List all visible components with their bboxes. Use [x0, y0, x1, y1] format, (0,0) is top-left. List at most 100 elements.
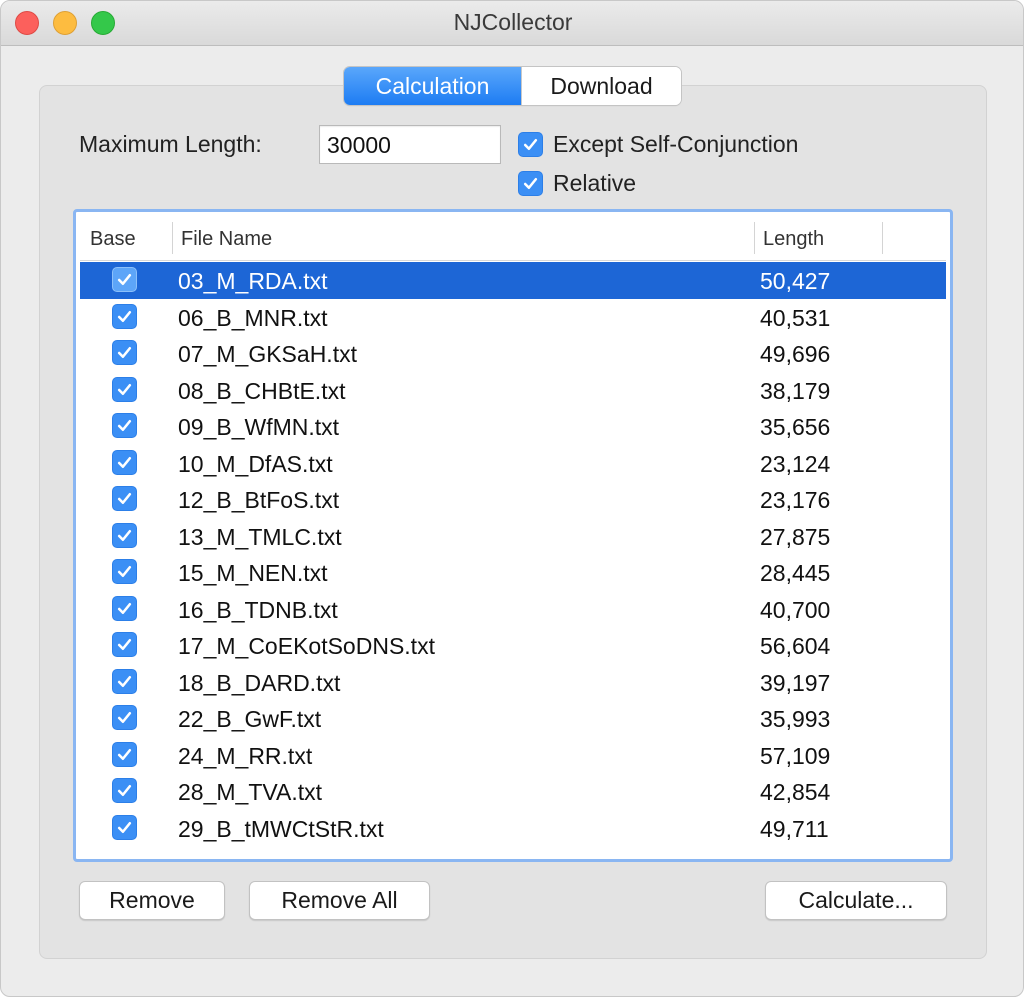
checkmark-icon: [117, 602, 132, 614]
column-header-base[interactable]: Base: [90, 228, 136, 251]
table-row[interactable]: 28_M_TVA.txt 42,854: [80, 773, 946, 810]
except-self-conjunction-checkbox[interactable]: [518, 132, 543, 157]
file-name-cell: 03_M_RDA.txt: [178, 268, 328, 294]
base-cell: [112, 340, 137, 366]
base-checkbox[interactable]: [112, 340, 137, 365]
length-cell: 42,854: [760, 779, 831, 805]
base-checkbox[interactable]: [112, 705, 137, 730]
title-bar: NJCollector: [1, 1, 1023, 46]
length-cell: 39,197: [760, 669, 831, 696]
table-row[interactable]: 13_M_TMLC.txt 27,875: [80, 518, 946, 555]
length-cell: 40,531: [760, 304, 831, 331]
checkmark-icon: [523, 177, 538, 190]
base-checkbox[interactable]: [112, 741, 137, 767]
length-cell: 50,427: [760, 268, 831, 294]
base-cell: [112, 632, 137, 658]
length-cell: 35,656: [760, 414, 831, 440]
except-self-conjunction-label: Except Self-Conjunction: [553, 131, 799, 157]
base-checkbox[interactable]: [112, 632, 137, 657]
file-name-cell: 16_B_TDNB.txt: [178, 596, 338, 623]
table-row[interactable]: 03_M_RDA.txt 50,427: [80, 262, 946, 299]
base-checkbox[interactable]: [112, 814, 137, 840]
base-checkbox[interactable]: [112, 668, 137, 694]
length-cell: 28,445: [760, 560, 831, 586]
table-row[interactable]: 08_B_CHBtE.txt 38,179: [80, 372, 946, 409]
base-checkbox[interactable]: [112, 303, 137, 329]
checkmark-icon: [117, 456, 132, 468]
column-header-file-name[interactable]: File Name: [181, 228, 272, 251]
table-rows: 03_M_RDA.txt 50,427 06_B_MNR.txt 40,531 07_M…: [80, 262, 946, 846]
file-name-cell: 13_M_TMLC.txt: [178, 523, 342, 550]
except-self-conjunction-option[interactable]: Except Self-Conjunction: [518, 131, 798, 158]
tab-download[interactable]: Download: [521, 67, 681, 105]
checkmark-icon: [117, 529, 132, 541]
base-cell: [112, 413, 137, 439]
checkmark-icon: [117, 273, 132, 286]
table-row[interactable]: 29_B_tMWCtStR.txt 49,711: [80, 810, 946, 847]
file-name-cell: 29_B_tMWCtStR.txt: [178, 815, 384, 842]
file-table[interactable]: Base File Name Length 03_M_RDA.txt 50,427…: [73, 209, 953, 862]
checkmark-icon: [117, 492, 132, 505]
length-cell: 40,700: [760, 596, 831, 623]
file-name-cell: 09_B_WfMN.txt: [178, 414, 340, 440]
base-cell: [112, 486, 137, 512]
base-checkbox[interactable]: [112, 559, 137, 584]
remove-button[interactable]: Remove: [79, 881, 225, 920]
base-cell: [112, 705, 137, 731]
base-cell: [112, 376, 137, 403]
checkmark-icon: [523, 138, 538, 151]
max-length-input[interactable]: 30000: [319, 125, 501, 164]
table-row[interactable]: 22_B_GwF.txt 35,993: [80, 700, 946, 737]
table-row[interactable]: 07_M_GKSaH.txt 49,696: [80, 335, 946, 372]
table-row[interactable]: 10_M_DfAS.txt 23,124: [80, 445, 946, 482]
relative-checkbox[interactable]: [518, 171, 543, 196]
table-row[interactable]: 12_B_BtFoS.txt 23,176: [80, 481, 946, 518]
table-row[interactable]: 17_M_CoEKotSoDNS.txt 56,604: [80, 627, 946, 664]
remove-all-button[interactable]: Remove All: [249, 881, 430, 920]
length-cell: 23,124: [760, 450, 831, 477]
column-header-length[interactable]: Length: [763, 228, 824, 251]
checkmark-icon: [117, 675, 132, 687]
base-cell: [112, 267, 137, 293]
base-cell: [112, 814, 137, 841]
length-cell: 57,109: [760, 742, 831, 769]
table-row[interactable]: 09_B_WfMN.txt 35,656: [80, 408, 946, 445]
length-cell: 23,176: [760, 487, 831, 513]
checkmark-icon: [117, 748, 132, 760]
tab-bar: Calculation Download: [344, 67, 681, 105]
file-name-cell: 17_M_CoEKotSoDNS.txt: [178, 633, 435, 659]
base-cell: [112, 778, 137, 804]
base-checkbox[interactable]: [112, 486, 137, 511]
table-row[interactable]: 18_B_DARD.txt 39,197: [80, 664, 946, 701]
relative-option[interactable]: Relative: [518, 170, 636, 197]
calculate-button[interactable]: Calculate...: [765, 881, 947, 920]
base-cell: [112, 559, 137, 585]
checkmark-icon: [117, 383, 132, 395]
column-divider: [882, 222, 883, 254]
table-row[interactable]: 16_B_TDNB.txt 40,700: [80, 591, 946, 628]
base-checkbox[interactable]: [112, 778, 137, 803]
base-cell: [112, 303, 137, 330]
column-divider: [172, 222, 173, 254]
base-checkbox[interactable]: [112, 376, 137, 402]
file-name-cell: 10_M_DfAS.txt: [178, 450, 333, 477]
checkmark-icon: [117, 346, 132, 359]
table-row[interactable]: 15_M_NEN.txt 28,445: [80, 554, 946, 591]
base-checkbox[interactable]: [112, 449, 137, 475]
length-cell: 56,604: [760, 633, 831, 659]
table-row[interactable]: 24_M_RR.txt 57,109: [80, 737, 946, 774]
file-name-cell: 12_B_BtFoS.txt: [178, 487, 340, 513]
checkmark-icon: [117, 565, 132, 578]
base-checkbox[interactable]: [112, 595, 137, 621]
base-checkbox[interactable]: [112, 522, 137, 548]
length-cell: 35,993: [760, 706, 831, 732]
table-row[interactable]: 06_B_MNR.txt 40,531: [80, 299, 946, 336]
checkmark-icon: [117, 711, 132, 724]
checkmark-icon: [117, 784, 132, 797]
tab-calculation[interactable]: Calculation: [344, 67, 521, 105]
length-cell: 38,179: [760, 377, 831, 404]
base-checkbox[interactable]: [112, 413, 137, 438]
base-cell: [112, 522, 137, 549]
app-window: NJCollector Calculation Download Maximum…: [0, 0, 1024, 997]
base-checkbox[interactable]: [112, 267, 137, 292]
